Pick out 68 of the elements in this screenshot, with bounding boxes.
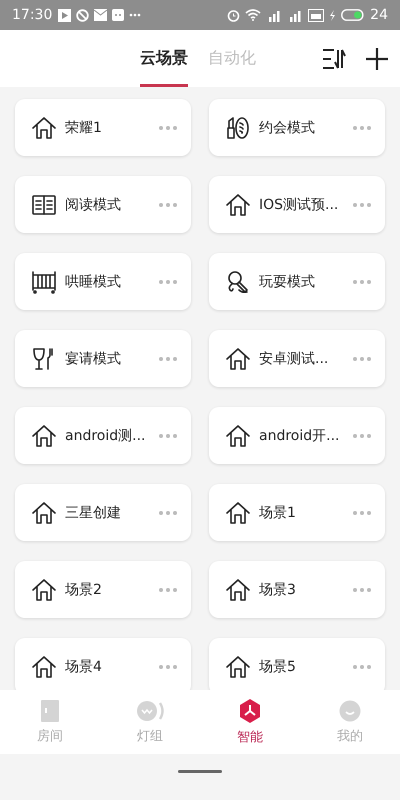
scene-card[interactable]: android开... (209, 407, 385, 464)
house-icon (225, 654, 251, 680)
scene-name: 场景1 (259, 504, 297, 522)
house-icon (31, 114, 57, 140)
scene-name: 安卓测试... (259, 350, 330, 368)
app-icon (112, 9, 124, 21)
house-icon (225, 576, 251, 602)
scene-card[interactable]: android测... (15, 407, 191, 464)
house-icon (225, 500, 251, 526)
status-time: 17:30 (12, 7, 52, 23)
scene-name: 玩耍模式 (259, 272, 316, 290)
mail-icon (94, 9, 108, 21)
scene-card[interactable]: 阅读模式 (15, 176, 191, 233)
scene-card[interactable]: 约会模式 (209, 99, 385, 156)
add-button[interactable] (366, 48, 388, 70)
house-icon (225, 192, 251, 218)
house-icon (31, 576, 57, 602)
scene-name: 场景4 (65, 658, 103, 676)
scene-name: IOS测试预... (259, 196, 340, 214)
house-icon (225, 346, 251, 372)
charging-icon (329, 10, 336, 20)
house-icon (31, 654, 57, 680)
house-icon (225, 422, 251, 448)
hexagon-icon (239, 698, 261, 722)
scene-card[interactable]: 安卓测试... (209, 330, 385, 387)
scene-card[interactable]: 三星创建 (15, 484, 191, 541)
scene-card[interactable]: 荣耀1 (15, 99, 191, 156)
scene-card[interactable]: 场景1 (209, 484, 385, 541)
alarm-icon (227, 8, 240, 22)
scene-card[interactable]: 场景5 (209, 638, 385, 690)
bulb-icon (136, 700, 164, 722)
scene-name: 荣耀1 (65, 118, 103, 136)
battery-level: 24 (370, 7, 388, 23)
scene-card[interactable]: 哄睡模式 (15, 253, 191, 310)
smiley-icon (339, 700, 361, 722)
tab[interactable]: 云场景 (140, 30, 188, 87)
scene-card[interactable]: IOS测试预... (209, 176, 385, 233)
battery-icon (341, 9, 366, 21)
scene-name: 场景5 (259, 658, 297, 676)
house-icon (31, 500, 57, 526)
nav-tab[interactable]: 智能 (200, 690, 300, 754)
lipstick-icon (225, 114, 251, 140)
signal-icon (266, 8, 282, 22)
scene-name: 宴请模式 (65, 350, 122, 368)
scene-name: android测... (65, 426, 146, 444)
scene-name: 约会模式 (259, 118, 316, 136)
home-indicator[interactable] (178, 770, 222, 772)
scene-name: 三星创建 (65, 504, 122, 522)
scene-name: 哄睡模式 (65, 272, 122, 290)
hd-icon (308, 8, 324, 22)
scene-name: 场景2 (65, 580, 103, 598)
play-icon (58, 8, 72, 22)
blocked-icon (76, 8, 90, 22)
sort-button[interactable] (322, 48, 346, 70)
scene-card[interactable]: 场景4 (15, 638, 191, 690)
scene-name: 场景3 (259, 580, 297, 598)
crib-icon (31, 268, 57, 294)
scene-name: 阅读模式 (65, 196, 122, 214)
house-icon (31, 422, 57, 448)
scene-card[interactable]: 场景3 (209, 561, 385, 618)
door-icon (40, 700, 60, 722)
more-notifications-icon (129, 13, 142, 17)
signal-icon (287, 8, 304, 22)
wifi-icon (245, 9, 262, 21)
scene-name: android开... (259, 426, 340, 444)
scene-card[interactable]: 宴请模式 (15, 330, 191, 387)
scene-card[interactable]: 场景2 (15, 561, 191, 618)
scene-card[interactable]: 玩耍模式 (209, 253, 385, 310)
